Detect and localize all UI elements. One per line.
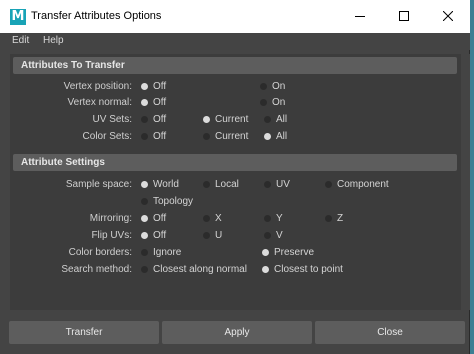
radio-dot — [264, 232, 271, 239]
radio-label: Off — [153, 114, 167, 125]
radio-dot — [262, 266, 269, 273]
radio-label: Ignore — [153, 247, 182, 258]
radio-dot — [141, 198, 148, 205]
radio-dot — [203, 232, 210, 239]
radio-label: Current — [215, 114, 249, 125]
menu-help[interactable]: Help — [43, 35, 64, 46]
radio-dot — [325, 215, 332, 222]
radio-dot — [203, 215, 210, 222]
radio-label: Off — [153, 97, 167, 108]
minimize-button[interactable] — [338, 0, 382, 33]
color-borders-label: Color borders: — [68, 247, 132, 258]
radio-dot — [262, 249, 269, 256]
radio-label: On — [272, 97, 286, 108]
radio-dot — [141, 133, 148, 140]
radio-label: Closest along normal — [153, 264, 247, 275]
vertex-position-label: Vertex position: — [63, 81, 132, 92]
radio-label: All — [276, 114, 288, 125]
radio-label: X — [215, 213, 222, 224]
transfer-attributes-window: M Transfer Attributes Options Edit Help … — [0, 0, 470, 354]
section-attributes-to-transfer[interactable]: Attributes To Transfer — [13, 57, 457, 74]
flip-uvs-label: Flip UVs: — [91, 230, 132, 241]
radio-dot — [141, 249, 148, 256]
close-window-button[interactable] — [426, 0, 470, 33]
radio-label: World — [153, 179, 179, 190]
radio-label: Closest to point — [274, 264, 343, 275]
sample-space-label: Sample space: — [65, 179, 132, 190]
color-sets-label: Color Sets: — [82, 131, 132, 142]
radio-dot — [203, 133, 210, 140]
window-title: Transfer Attributes Options — [31, 10, 162, 22]
radio-dot — [203, 181, 210, 188]
uv-sets-label: UV Sets: — [92, 114, 132, 125]
vertex-normal-label: Vertex normal: — [67, 97, 132, 108]
radio-dot — [141, 215, 148, 222]
maya-app-icon: M — [10, 9, 26, 25]
radio-dot — [141, 116, 148, 123]
section-title: Attribute Settings — [21, 157, 105, 168]
menu-bar: Edit Help — [0, 33, 470, 50]
radio-label: Off — [153, 213, 167, 224]
radio-label: On — [272, 81, 286, 92]
radio-label: Off — [153, 131, 167, 142]
search-method-label: Search method: — [61, 264, 132, 275]
radio-dot — [260, 99, 267, 106]
radio-dot — [203, 116, 210, 123]
radio-dot — [141, 266, 148, 273]
options-panel: Attributes To Transfer Vertex position: … — [10, 54, 461, 310]
menu-edit[interactable]: Edit — [12, 35, 29, 46]
radio-dot — [264, 181, 271, 188]
radio-label: Y — [276, 213, 283, 224]
radio-dot — [141, 181, 148, 188]
radio-dot — [260, 83, 267, 90]
apply-button[interactable]: Apply — [162, 321, 312, 344]
close-icon — [443, 11, 453, 21]
radio-label: UV — [276, 179, 290, 190]
radio-dot — [325, 181, 332, 188]
close-button[interactable]: Close — [315, 321, 465, 344]
radio-label: Current — [215, 131, 249, 142]
radio-dot — [141, 83, 148, 90]
maximize-button[interactable] — [382, 0, 426, 33]
radio-label: V — [276, 230, 283, 241]
section-attribute-settings[interactable]: Attribute Settings — [13, 154, 457, 171]
maximize-icon — [399, 11, 409, 21]
transfer-button[interactable]: Transfer — [9, 321, 159, 344]
radio-dot — [264, 133, 271, 140]
minimize-icon — [355, 16, 365, 17]
radio-label: Component — [337, 179, 389, 190]
radio-label: Local — [215, 179, 239, 190]
title-bar[interactable]: M Transfer Attributes Options — [0, 0, 470, 33]
desktop-background-edge — [470, 0, 474, 354]
radio-label: Off — [153, 230, 167, 241]
radio-label: Preserve — [274, 247, 315, 258]
radio-dot — [264, 116, 271, 123]
panel-scroll-edge — [461, 54, 470, 310]
radio-label: Off — [153, 81, 167, 92]
radio-label: Z — [337, 213, 344, 224]
radio-label: U — [215, 230, 223, 241]
mirroring-label: Mirroring: — [89, 213, 132, 224]
radio-dot — [141, 232, 148, 239]
radio-label: All — [276, 131, 288, 142]
radio-label: Topology — [153, 196, 194, 207]
radio-dot — [264, 215, 271, 222]
section-title: Attributes To Transfer — [21, 60, 125, 71]
radio-dot — [141, 99, 148, 106]
